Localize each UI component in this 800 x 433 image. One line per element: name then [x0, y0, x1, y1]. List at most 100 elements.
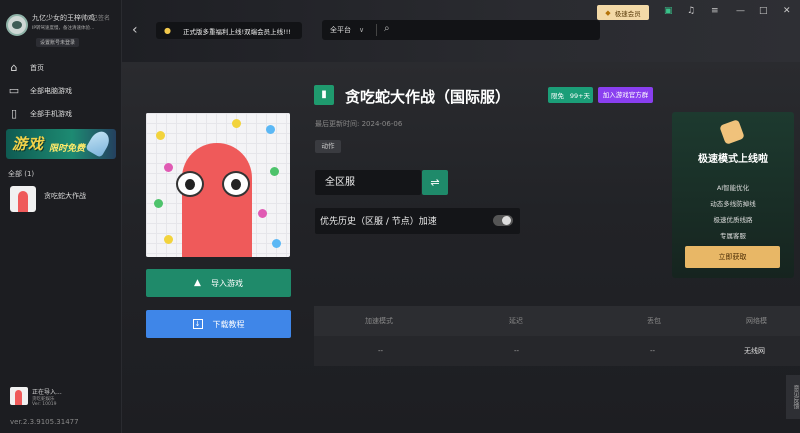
- nav-home-label: 首页: [30, 64, 44, 72]
- app-version: ver.2.3.9105.31477: [10, 418, 79, 426]
- category-title: 全部 (1): [8, 170, 35, 178]
- table-cell: --: [650, 347, 656, 355]
- join-group-button[interactable]: 加入游戏官方群: [598, 87, 653, 103]
- home-icon: ⌂: [10, 61, 18, 74]
- food-dot: [164, 235, 173, 244]
- genre-tag: 动作: [315, 140, 341, 153]
- maximize-icon[interactable]: □: [759, 5, 768, 17]
- snake-eye: [222, 171, 250, 197]
- import-label: 导入游戏: [210, 278, 243, 288]
- table-header: 加速模式 延迟 丢包 网络模: [314, 306, 800, 336]
- importing-game[interactable]: 正在导入... 贪吃蛇娱乐 Ver: 10019: [10, 387, 114, 413]
- priority-accel-row: 优先历史（区服 / 节点）加速: [315, 208, 520, 234]
- free-label: 限免: [550, 92, 564, 100]
- importing-label: 正在导入...: [32, 389, 62, 396]
- user-name: 九亿少女的王梓帅鸡: [32, 14, 95, 22]
- food-dot: [164, 163, 173, 172]
- food-dot: [232, 119, 241, 128]
- update-time: 最后更新时间: 2024-06-06: [315, 119, 402, 129]
- minimize-icon[interactable]: —: [736, 5, 745, 17]
- game-thumbnail: [10, 186, 36, 212]
- rocket-icon: [719, 119, 745, 145]
- food-dot: [266, 125, 275, 134]
- swap-icon[interactable]: ⇌: [422, 170, 448, 195]
- back-icon[interactable]: ‹: [132, 22, 138, 38]
- game-thumbnail: [10, 387, 28, 405]
- promo-banner[interactable]: 游戏 限时免费: [6, 129, 116, 159]
- settings-icon[interactable]: ≡: [711, 5, 719, 17]
- phone-icon: ▯: [10, 107, 18, 120]
- table-cell: --: [378, 347, 384, 355]
- nav-pc-games-label: 全部电脑游戏: [30, 87, 72, 95]
- vip-button[interactable]: ◆ 极速会员: [597, 5, 649, 20]
- user-panel[interactable]: 九亿少女的王梓帅鸡 已签名 IP转驾速度慢，备注清速体验... 设置账号未登录: [6, 8, 118, 52]
- food-dot: [156, 131, 165, 140]
- chevron-down-icon: ∨: [359, 26, 365, 34]
- speed-mode-promo: 极速模式上线啦 AI智能优化 动态多线防掉线 极速优质线路 专属客服 立即获取: [672, 112, 794, 278]
- server-select[interactable]: 全区服: [315, 170, 421, 195]
- bell-icon: ●: [164, 26, 171, 35]
- game-name: 贪吃蛇大作战: [44, 192, 86, 200]
- promo-feature: 专属客服: [720, 232, 746, 240]
- download-icon: ↓: [192, 319, 203, 329]
- header-cell: 加速模式: [365, 317, 393, 325]
- notice-bar[interactable]: ● 正式版多重福利上线!双端会员上线!!!: [156, 22, 302, 39]
- priority-label: 优先历史（区服 / 节点）加速: [320, 217, 437, 227]
- list-item[interactable]: 贪吃蛇大作战: [10, 186, 114, 212]
- priority-toggle[interactable]: [493, 215, 513, 226]
- platform-label: 全平台: [330, 26, 351, 34]
- user-tag: 已签名: [92, 15, 111, 22]
- android-icon: ▲: [194, 278, 201, 288]
- food-dot: [154, 199, 163, 208]
- nav-pc-games[interactable]: ▭ 全部电脑游戏: [0, 80, 122, 102]
- vip-icon: ◆: [605, 8, 611, 17]
- shield-icon[interactable]: ▣: [664, 5, 673, 17]
- food-dot: [272, 239, 281, 248]
- promo-title: 极速模式上线啦: [698, 154, 768, 165]
- nav-mobile-games-label: 全部手机游戏: [30, 110, 72, 118]
- promo-feature: AI智能优化: [716, 184, 750, 192]
- header-cell: 丢包: [647, 317, 661, 325]
- platform-select[interactable]: 全平台 ∨: [330, 20, 364, 40]
- header-cell: 延迟: [509, 317, 523, 325]
- banner-line2: 限时免费: [49, 144, 86, 154]
- game-cover: [146, 113, 290, 257]
- get-now-button[interactable]: 立即获取: [685, 246, 780, 268]
- vip-button-label: 极速会员: [614, 9, 641, 18]
- avatar[interactable]: [6, 14, 28, 36]
- search-icon[interactable]: ⌕: [384, 23, 390, 34]
- user-subtitle: IP转驾速度慢，备注清速体验...: [32, 25, 95, 31]
- free-badge: 限免 99+天: [548, 87, 593, 103]
- snake-eye: [176, 171, 204, 197]
- importing-version: Ver: 10019: [32, 402, 57, 407]
- banner-line1: 游戏: [12, 135, 45, 153]
- promo-feature: 极速优质线路: [713, 216, 753, 224]
- divider: [376, 24, 377, 36]
- game-platform-icon: ▮: [314, 85, 334, 105]
- update-label: 最后更新时间:: [315, 120, 360, 128]
- feedback-button[interactable]: 意见反馈: [786, 375, 800, 419]
- monitor-icon: ▭: [8, 84, 20, 97]
- table-cell: --: [514, 347, 520, 355]
- nav-mobile-games[interactable]: ▯ 全部手机游戏: [0, 103, 122, 125]
- update-date: 2024-06-06: [361, 120, 403, 128]
- free-days: 99+天: [569, 92, 591, 100]
- header-cell: 网络模: [746, 317, 767, 325]
- notice-text: 正式版多重福利上线!双端会员上线!!!: [182, 27, 291, 36]
- snake-graphic: [182, 143, 252, 257]
- user-tip[interactable]: 设置账号未登录: [36, 38, 80, 47]
- sidebar: 九亿少女的王梓帅鸡 已签名 IP转驾速度慢，备注清速体验... 设置账号未登录 …: [0, 0, 122, 433]
- page-title: 贪吃蛇大作战（国际服）: [345, 88, 511, 106]
- table-cell: 无线网: [744, 347, 765, 355]
- headset-icon[interactable]: ♫: [687, 5, 695, 17]
- accel-stats-table: 加速模式 延迟 丢包 网络模 -- -- -- 无线网: [314, 306, 800, 366]
- promo-feature: 动态多线防掉线: [710, 200, 756, 208]
- food-dot: [270, 167, 279, 176]
- food-dot: [258, 209, 267, 218]
- import-game-button[interactable]: ▲ 导入游戏: [146, 269, 291, 297]
- download-tutorial-button[interactable]: ↓ 下载教程: [146, 310, 291, 338]
- close-icon[interactable]: ✕: [783, 5, 791, 17]
- nav-home[interactable]: ⌂ 首页: [0, 57, 122, 79]
- table-row: -- -- -- 无线网: [314, 336, 800, 366]
- rocket-icon: [85, 129, 113, 158]
